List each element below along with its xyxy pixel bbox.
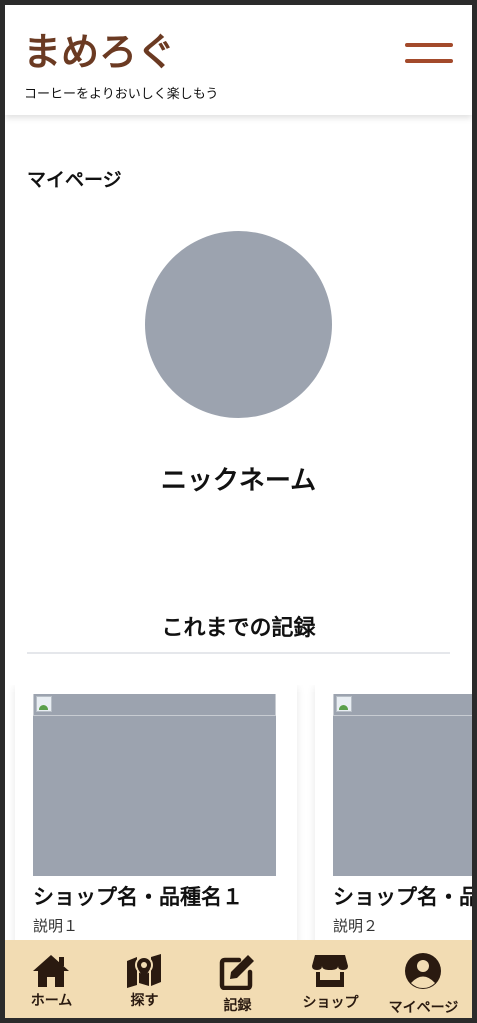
records-title: これまでの記録 (161, 616, 316, 641)
record-image (333, 694, 472, 876)
app-tagline: コーヒーをよりおいしく楽しもう (24, 87, 219, 102)
record-image (33, 694, 276, 876)
record-name: ショップ名・品種名１ (33, 885, 243, 909)
nav-item-mypage[interactable]: マイページ (377, 940, 470, 1018)
nav-label-record: 記録 (223, 998, 252, 1014)
records-carousel[interactable]: ショップ名・品種名１ 説明１ ショップ名・品種名２ 説明２ (5, 685, 472, 945)
broken-image-icon (36, 696, 52, 712)
app-logo[interactable]: まめろぐ (23, 33, 175, 71)
nav-item-record[interactable]: 記録 (191, 940, 284, 1018)
nav-item-search[interactable]: 探す (98, 940, 191, 1018)
nav-item-home[interactable]: ホーム (5, 940, 98, 1018)
record-card[interactable]: ショップ名・品種名１ 説明１ (15, 685, 297, 945)
nav-label-home: ホーム (30, 993, 73, 1009)
broken-image-icon (336, 696, 352, 712)
nav-label-mypage: マイページ (388, 1000, 459, 1016)
record-description: 説明２ (333, 917, 379, 935)
edit-icon (219, 955, 254, 990)
avatar (145, 231, 332, 418)
map-icon (127, 954, 161, 988)
menu-icon (405, 43, 453, 47)
home-icon (33, 955, 69, 987)
shop-icon (312, 955, 348, 987)
page-title: マイページ (27, 169, 122, 191)
record-name: ショップ名・品種名２ (333, 885, 472, 909)
record-description: 説明１ (33, 917, 79, 935)
divider (27, 652, 450, 654)
header: まめろぐ コーヒーをよりおいしく楽しもう (5, 5, 472, 115)
nav-label-search: 探す (130, 993, 159, 1009)
user-icon (405, 953, 441, 989)
app-frame: まめろぐ コーヒーをよりおいしく楽しもう マイページ ニックネーム これまでの記… (5, 5, 472, 1018)
nav-item-shop[interactable]: ショップ (284, 940, 377, 1018)
menu-button[interactable] (405, 43, 455, 67)
bottom-nav: ホーム 探す 記録 ショップ マイページ (5, 940, 472, 1018)
record-card[interactable]: ショップ名・品種名２ 説明２ (315, 685, 472, 945)
nickname: ニックネーム (160, 466, 317, 496)
nav-label-shop: ショップ (302, 995, 359, 1011)
